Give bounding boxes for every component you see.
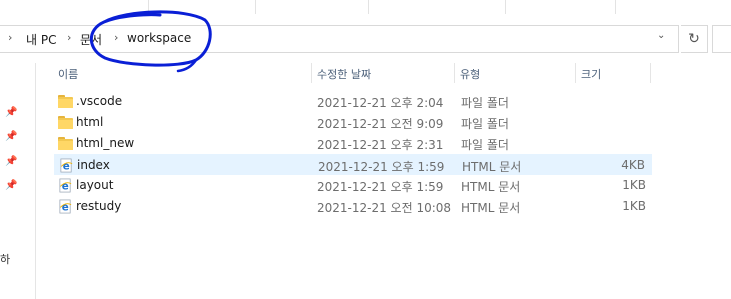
file-row-selected[interactable]: e index 2021-12-21 오후 1:59 HTML 문서 4KB [54,154,652,175]
ribbon-separator [615,0,616,14]
file-date: 2021-12-21 오후 2:31 [317,138,444,152]
file-size: 4KB [621,158,645,172]
navigation-pane: 📌 📌 📌 📌 하 [0,63,36,299]
file-name: index [77,158,110,172]
file-name: .vscode [76,94,123,108]
column-header-size[interactable]: 크기 [581,66,601,82]
ie-html-icon: e [60,158,73,173]
folder-icon [58,136,73,150]
file-date: 2021-12-21 오후 1:59 [317,180,444,194]
address-bar-row: › 내 PC › 문서 › workspace ⌄ ↻ [0,17,731,63]
column-header-name[interactable]: 이름 [58,66,78,82]
folder-icon [58,94,73,108]
address-bar[interactable]: › 내 PC › 문서 › workspace ⌄ [0,25,679,53]
file-type: 파일 폴더 [461,138,509,152]
ribbon-separator [255,0,256,14]
ribbon-separator [505,0,506,14]
breadcrumb-documents[interactable]: 문서 [80,31,102,48]
chevron-down-icon[interactable]: ⌄ [657,30,665,41]
refresh-icon: ↻ [688,31,700,47]
file-size: 1KB [622,199,646,213]
file-name: restudy [76,199,122,213]
file-row[interactable]: html_new 2021-12-21 오후 2:31 파일 폴더 [54,133,652,154]
column-header-type[interactable]: 유형 [460,66,480,82]
ribbon-strip [0,0,731,18]
file-name: html [76,115,104,129]
file-type: HTML 문서 [461,201,521,215]
file-row[interactable]: e restudy 2021-12-21 오전 10:08 HTML 문서 1K… [54,196,652,217]
file-row[interactable]: e layout 2021-12-21 오후 1:59 HTML 문서 1KB [54,175,652,196]
breadcrumb-this-pc[interactable]: 내 PC [26,31,56,48]
chevron-right-icon[interactable]: › [8,31,12,44]
pin-icon[interactable]: 📌 [5,180,17,191]
search-input[interactable] [712,25,731,53]
column-headers: 이름 수정한 날짜 유형 크기 [36,63,731,83]
file-date: 2021-12-21 오전 9:09 [317,117,444,131]
breadcrumb-workspace[interactable]: workspace [127,31,191,45]
file-type: HTML 문서 [461,180,521,194]
chevron-right-icon[interactable]: › [114,31,118,44]
file-name: layout [76,178,114,192]
column-divider[interactable] [650,63,651,83]
pin-icon[interactable]: 📌 [5,107,17,118]
ribbon-separator [368,0,369,14]
file-date: 2021-12-21 오후 2:04 [317,96,444,110]
column-divider[interactable] [575,63,576,83]
file-date: 2021-12-21 오후 1:59 [318,160,445,174]
pin-icon[interactable]: 📌 [5,131,17,142]
ie-html-icon: e [59,178,72,193]
pin-icon[interactable]: 📌 [5,156,17,167]
file-name: html_new [76,136,135,150]
file-list: .vscode 2021-12-21 오후 2:04 파일 폴더 html 20… [54,91,654,217]
ie-html-icon: e [59,199,72,214]
file-date: 2021-12-21 오전 10:08 [317,201,452,215]
column-divider[interactable] [311,63,312,83]
file-type: 파일 폴더 [461,117,509,131]
chevron-right-icon[interactable]: › [67,31,71,44]
folder-icon [58,115,73,129]
file-size: 1KB [622,178,646,192]
column-header-date[interactable]: 수정한 날짜 [317,66,371,82]
file-row[interactable]: .vscode 2021-12-21 오후 2:04 파일 폴더 [54,91,652,112]
refresh-button[interactable]: ↻ [681,25,708,53]
file-type: 파일 폴더 [461,96,509,110]
nav-item-label[interactable]: 하 [0,251,10,267]
ribbon-separator [148,0,149,14]
file-row[interactable]: html 2021-12-21 오전 9:09 파일 폴더 [54,112,652,133]
column-divider[interactable] [454,63,455,83]
file-type: HTML 문서 [462,160,522,174]
